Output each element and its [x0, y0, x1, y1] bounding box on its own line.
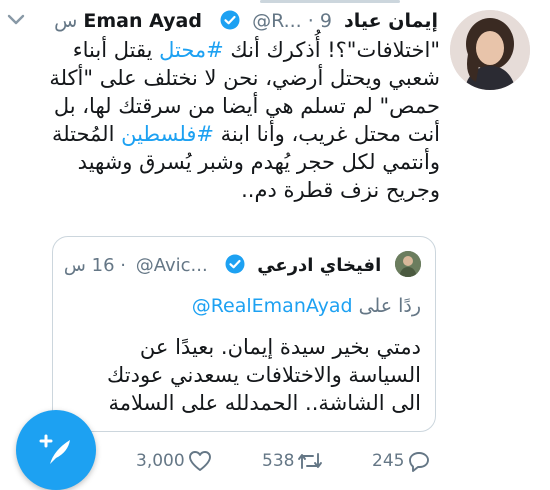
verified-badge-icon	[220, 9, 240, 30]
separator-dot: ·	[120, 255, 126, 276]
author-avatar[interactable]	[450, 10, 530, 90]
tweet-actions-bar: 3,000 538 245	[0, 450, 550, 476]
author-handle[interactable]: @R...	[252, 10, 302, 32]
replying-to-label: ردًا على	[358, 295, 421, 317]
reply-bubble-icon	[409, 452, 430, 472]
quoted-tweet-time: · 16 س	[64, 255, 126, 276]
tweet-header: إيمان عياد Eman Ayad @R... · 9 س	[54, 6, 438, 36]
like-count: 3,000	[136, 451, 185, 471]
quoted-author-handle: @Avic...	[135, 255, 208, 276]
quoted-time-value: 16 س	[63, 255, 115, 276]
hashtag-link[interactable]: #فلسطين	[121, 122, 214, 146]
separator-dot: ·	[307, 10, 314, 32]
hashtag-link[interactable]: #محتل	[159, 38, 224, 62]
tweet-text: "اختلافات"؟! أُذكرك أنك #محتل يقتل أبناء…	[20, 36, 440, 204]
quoted-tweet-card[interactable]: افيخاي ادرعي @Avic... · 16 س ردًا على @R…	[52, 236, 436, 432]
reply-count: 245	[372, 451, 405, 471]
retweet-count: 538	[262, 451, 295, 471]
retweet-icon	[298, 453, 323, 469]
quoted-tweet-text: دمتي بخير سيدة إيمان. بعيدًا عن السياسة …	[107, 335, 421, 415]
retweet-action[interactable]: 538	[262, 450, 323, 472]
quoted-tweet-header: افيخاي ادرعي @Avic... · 16 س	[64, 251, 421, 279]
quoted-author-name: افيخاي ادرعي	[257, 255, 382, 276]
verified-badge-icon	[225, 254, 245, 274]
replying-to: ردًا على @RealEmanAyad	[192, 293, 421, 319]
like-action[interactable]: 3,000	[136, 450, 212, 472]
heart-icon	[188, 451, 211, 471]
quoted-author-avatar	[395, 251, 421, 277]
author-name-english[interactable]: Eman Ayad	[83, 10, 202, 32]
mention-link[interactable]: @RealEmanAyad	[192, 295, 353, 317]
reply-action[interactable]: 245	[372, 450, 431, 472]
author-name-arabic[interactable]: إيمان عياد	[344, 10, 438, 32]
chevron-down-icon[interactable]	[6, 12, 26, 28]
tweet-text-part: "اختلافات"؟! أُذكرك أنك	[223, 38, 440, 62]
